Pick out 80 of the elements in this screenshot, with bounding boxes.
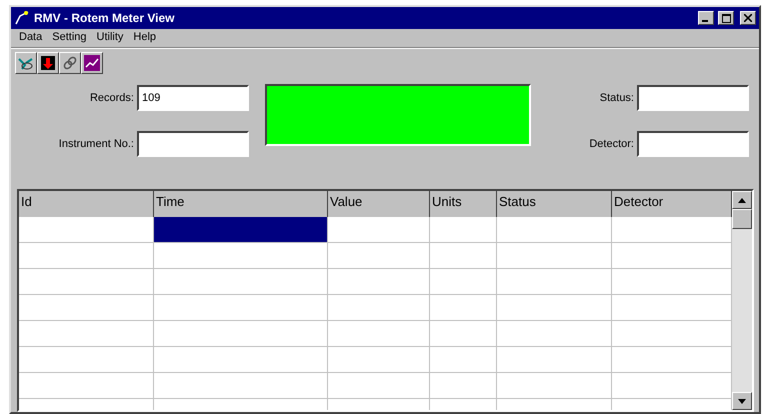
table-cell[interactable] xyxy=(328,373,430,399)
scroll-down-button[interactable] xyxy=(732,392,752,410)
table-cell[interactable] xyxy=(328,295,430,321)
table-cell[interactable] xyxy=(497,295,612,321)
table-cell[interactable] xyxy=(19,217,154,243)
line-chart-icon xyxy=(84,55,100,71)
table-cell[interactable] xyxy=(328,347,430,373)
scrollbar[interactable] xyxy=(732,191,752,410)
table-cell[interactable] xyxy=(19,373,154,399)
table-cell[interactable] xyxy=(612,295,732,321)
table-cell[interactable] xyxy=(19,321,154,347)
table-cell[interactable] xyxy=(612,347,732,373)
close-icon xyxy=(744,14,752,22)
table-cell[interactable] xyxy=(154,217,328,243)
maximize-button[interactable] xyxy=(718,11,734,25)
down-arrow-icon xyxy=(40,55,56,71)
table-cell[interactable] xyxy=(430,347,497,373)
close-button[interactable] xyxy=(740,11,756,25)
table-cell[interactable] xyxy=(612,243,732,269)
table-cell[interactable] xyxy=(612,373,732,399)
toolbar-button[interactable] xyxy=(15,52,37,74)
table-cell[interactable] xyxy=(154,347,328,373)
table-cell[interactable] xyxy=(430,269,497,295)
column-header[interactable]: Units xyxy=(430,191,497,218)
menu-item[interactable]: Utility xyxy=(92,31,128,45)
field-label: Instrument No.: xyxy=(58,138,134,150)
table-cell[interactable] xyxy=(430,295,497,321)
instrument-field[interactable] xyxy=(137,131,249,157)
table-cell[interactable] xyxy=(154,295,328,321)
table-cell[interactable] xyxy=(497,269,612,295)
table-cell[interactable] xyxy=(328,269,430,295)
column-header[interactable]: Time xyxy=(154,191,328,218)
chain-link-icon xyxy=(62,55,78,71)
down-arrow-icon xyxy=(738,398,746,404)
records-field[interactable]: 109 xyxy=(137,85,249,111)
table-cell[interactable] xyxy=(19,269,154,295)
maximize-icon xyxy=(722,14,730,22)
menu-item[interactable]: Data xyxy=(15,31,46,45)
field-label: Detector: xyxy=(589,138,634,150)
table-cell[interactable] xyxy=(154,269,328,295)
table-cell[interactable] xyxy=(497,243,612,269)
status-field[interactable] xyxy=(637,85,749,111)
table-cell[interactable] xyxy=(430,217,497,243)
table-cell[interactable] xyxy=(19,347,154,373)
table-cell[interactable] xyxy=(612,321,732,347)
window-title: RMV - Rotem Meter View xyxy=(34,11,176,25)
column-header[interactable]: Value xyxy=(328,191,430,218)
table-cell[interactable] xyxy=(430,243,497,269)
field-label: Status: xyxy=(600,92,634,104)
toolbar-button[interactable] xyxy=(37,52,59,74)
table-cell[interactable] xyxy=(154,373,328,399)
column-header[interactable]: Status xyxy=(497,191,612,218)
column-header[interactable]: Id xyxy=(19,191,154,218)
table-cell[interactable] xyxy=(19,295,154,321)
app-icon xyxy=(14,10,30,26)
minimize-button[interactable] xyxy=(698,11,714,25)
menu-item[interactable]: Setting xyxy=(48,31,90,45)
detector-field[interactable] xyxy=(637,131,749,157)
scroll-up-button[interactable] xyxy=(732,191,752,209)
table-cell[interactable] xyxy=(19,243,154,269)
table-cell[interactable] xyxy=(612,217,732,243)
field-label: Records: xyxy=(90,92,134,104)
table-cell[interactable] xyxy=(328,321,430,347)
table-cell[interactable] xyxy=(430,373,497,399)
menu-item[interactable]: Help xyxy=(129,31,160,45)
table-cell[interactable] xyxy=(430,321,497,347)
table-cell[interactable] xyxy=(497,217,612,243)
up-arrow-icon xyxy=(738,198,746,202)
table-cell[interactable] xyxy=(154,321,328,347)
toolbar-button[interactable] xyxy=(59,52,81,74)
table-cell[interactable] xyxy=(497,373,612,399)
toolbar-button[interactable] xyxy=(81,52,103,74)
table-cell[interactable] xyxy=(328,217,430,243)
table-cell[interactable] xyxy=(328,243,430,269)
column-header[interactable]: Detector xyxy=(612,191,732,218)
table-cell[interactable] xyxy=(612,269,732,295)
table-cell[interactable] xyxy=(497,347,612,373)
scroll-thumb[interactable] xyxy=(732,209,752,229)
table-cell[interactable] xyxy=(497,321,612,347)
table-cell[interactable] xyxy=(154,243,328,269)
